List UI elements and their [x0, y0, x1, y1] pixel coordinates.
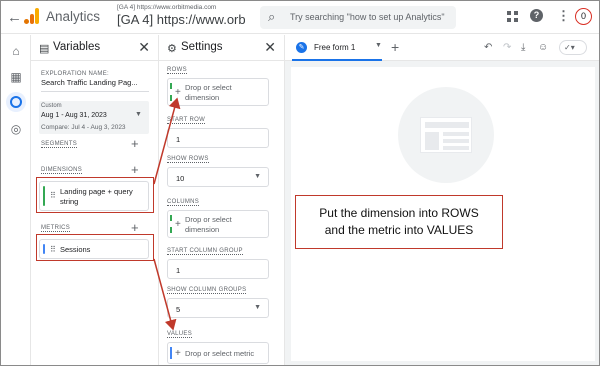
table-placeholder-icon [420, 117, 472, 153]
show-rows-label: SHOW ROWS [167, 156, 209, 163]
close-icon[interactable]: ✕ [138, 39, 150, 56]
date-range-value: Aug 1 - Aug 31, 2023 [41, 112, 107, 119]
rows-drop-zone[interactable]: + Drop or select dimension [167, 78, 269, 106]
screenshot-frame: ← Analytics [GA 4] https://www.orbitmedi… [0, 0, 600, 366]
tab-label: Free form 1 [314, 43, 356, 52]
dimension-dash [170, 83, 172, 101]
show-rows-value: 10 [176, 174, 185, 183]
property-subtitle: [GA 4] https://www.orbitmedia.com [117, 4, 217, 11]
values-drop-zone[interactable]: + Drop or select metric [167, 342, 269, 364]
advertising-icon[interactable]: ◎ [8, 121, 24, 137]
rows-label: ROWS [167, 67, 187, 74]
variables-header: ▤ Variables ✕ [31, 35, 158, 61]
plus-icon: + [175, 87, 181, 98]
app-name: Analytics [46, 9, 101, 24]
search-placeholder: Try searching "how to set up Analytics" [290, 12, 445, 22]
canvas-card: Put the dimension into ROWS and the metr… [291, 67, 595, 361]
show-rows-select[interactable]: 10 ▼ [167, 167, 269, 187]
empty-table-illustration [398, 87, 494, 183]
add-tab-icon[interactable]: + [391, 39, 399, 55]
show-column-groups-label: SHOW COLUMN GROUPS [167, 287, 247, 294]
add-dimension-icon[interactable]: + [131, 163, 139, 176]
instruction-callout: Put the dimension into ROWS and the metr… [295, 195, 503, 249]
exploration-name-field[interactable]: Search Traffic Landing Pag... [41, 78, 149, 92]
exploration-name-label: EXPLORATION NAME: [41, 71, 110, 77]
apps-grid-icon[interactable] [507, 11, 518, 22]
explore-icon[interactable] [6, 92, 26, 112]
more-vert-icon[interactable]: ⋮ [557, 8, 570, 24]
analytics-logo [24, 8, 40, 24]
start-row-input[interactable]: 1 [167, 128, 269, 148]
add-segment-icon[interactable]: + [131, 137, 139, 150]
columns-drop-zone[interactable]: + Drop or select dimension [167, 210, 269, 238]
home-icon[interactable]: ⌂ [8, 43, 24, 59]
canvas-area: ✎ Free form 1 ▼ + ↶ ↷ ⤓ ☺ ✓▾ Put the dim… [285, 35, 599, 365]
left-nav-rail: ⌂ ▦ ◎ [1, 35, 31, 365]
date-preset-label: Custom [41, 103, 62, 109]
tab-free-form-1[interactable]: ✎ Free form 1 ▼ [292, 35, 382, 61]
variables-icon: ▤ [39, 43, 50, 55]
close-icon[interactable]: ✕ [264, 39, 276, 56]
tab-bar: ✎ Free form 1 ▼ + ↶ ↷ ⤓ ☺ ✓▾ [285, 35, 599, 61]
start-column-group-input[interactable]: 1 [167, 259, 269, 279]
values-label: VALUES [167, 331, 193, 338]
chevron-down-icon: ▼ [254, 173, 261, 180]
reports-icon[interactable]: ▦ [8, 69, 24, 85]
dimensions-label: DIMENSIONS [41, 167, 83, 174]
top-bar: ← Analytics [GA 4] https://www.orbitmedi… [1, 1, 599, 34]
start-row-label: START ROW [167, 117, 206, 124]
redo-icon[interactable]: ↷ [503, 42, 511, 53]
dimension-highlight-box [36, 177, 154, 213]
start-column-group-label: START COLUMN GROUP [167, 248, 243, 255]
search-icon: ⌕ [268, 9, 276, 24]
rows-drop-text: Drop or select dimension [185, 83, 232, 102]
check-circle-icon[interactable]: ✓▾ [559, 40, 587, 55]
search-input[interactable]: ⌕ Try searching "how to set up Analytics… [260, 6, 456, 29]
columns-label: COLUMNS [167, 199, 200, 206]
columns-drop-text: Drop or select dimension [185, 215, 232, 234]
instruction-text: Put the dimension into ROWS and the metr… [319, 206, 479, 237]
chevron-down-icon[interactable]: ▼ [375, 42, 382, 49]
share-user-icon[interactable]: ☺ [538, 42, 548, 53]
back-arrow-icon[interactable]: ← [7, 9, 22, 26]
metric-dash [170, 347, 172, 359]
chevron-down-icon: ▼ [135, 111, 142, 118]
settings-header: ⚙ Settings ✕ [159, 35, 284, 61]
chevron-down-icon: ▼ [254, 304, 261, 311]
segments-label: SEGMENTS [41, 141, 78, 148]
dimension-dash [170, 215, 172, 233]
plus-icon: + [175, 348, 181, 359]
account-avatar[interactable]: 0 [575, 8, 592, 25]
add-metric-icon[interactable]: + [131, 221, 139, 234]
pencil-icon: ✎ [296, 42, 307, 53]
variables-title: Variables [53, 41, 101, 53]
undo-icon[interactable]: ↶ [484, 42, 492, 53]
settings-panel: ⚙ Settings ✕ ROWS + Drop or select dimen… [159, 35, 285, 365]
values-drop-text: Drop or select metric [185, 349, 255, 358]
plus-icon: + [175, 219, 181, 230]
property-selector[interactable]: [GA 4] https://www.orbitme... [117, 12, 245, 27]
gear-icon: ⚙ [167, 43, 177, 55]
show-column-groups-value: 5 [176, 305, 181, 314]
metrics-label: METRICS [41, 225, 71, 232]
show-column-groups-select[interactable]: 5 ▼ [167, 298, 269, 318]
help-icon[interactable]: ? [530, 9, 543, 22]
compare-range-value: Compare: Jul 4 - Aug 3, 2023 [41, 124, 126, 131]
metric-highlight-box [36, 234, 154, 261]
settings-title: Settings [181, 41, 223, 53]
download-icon[interactable]: ⤓ [521, 42, 525, 53]
